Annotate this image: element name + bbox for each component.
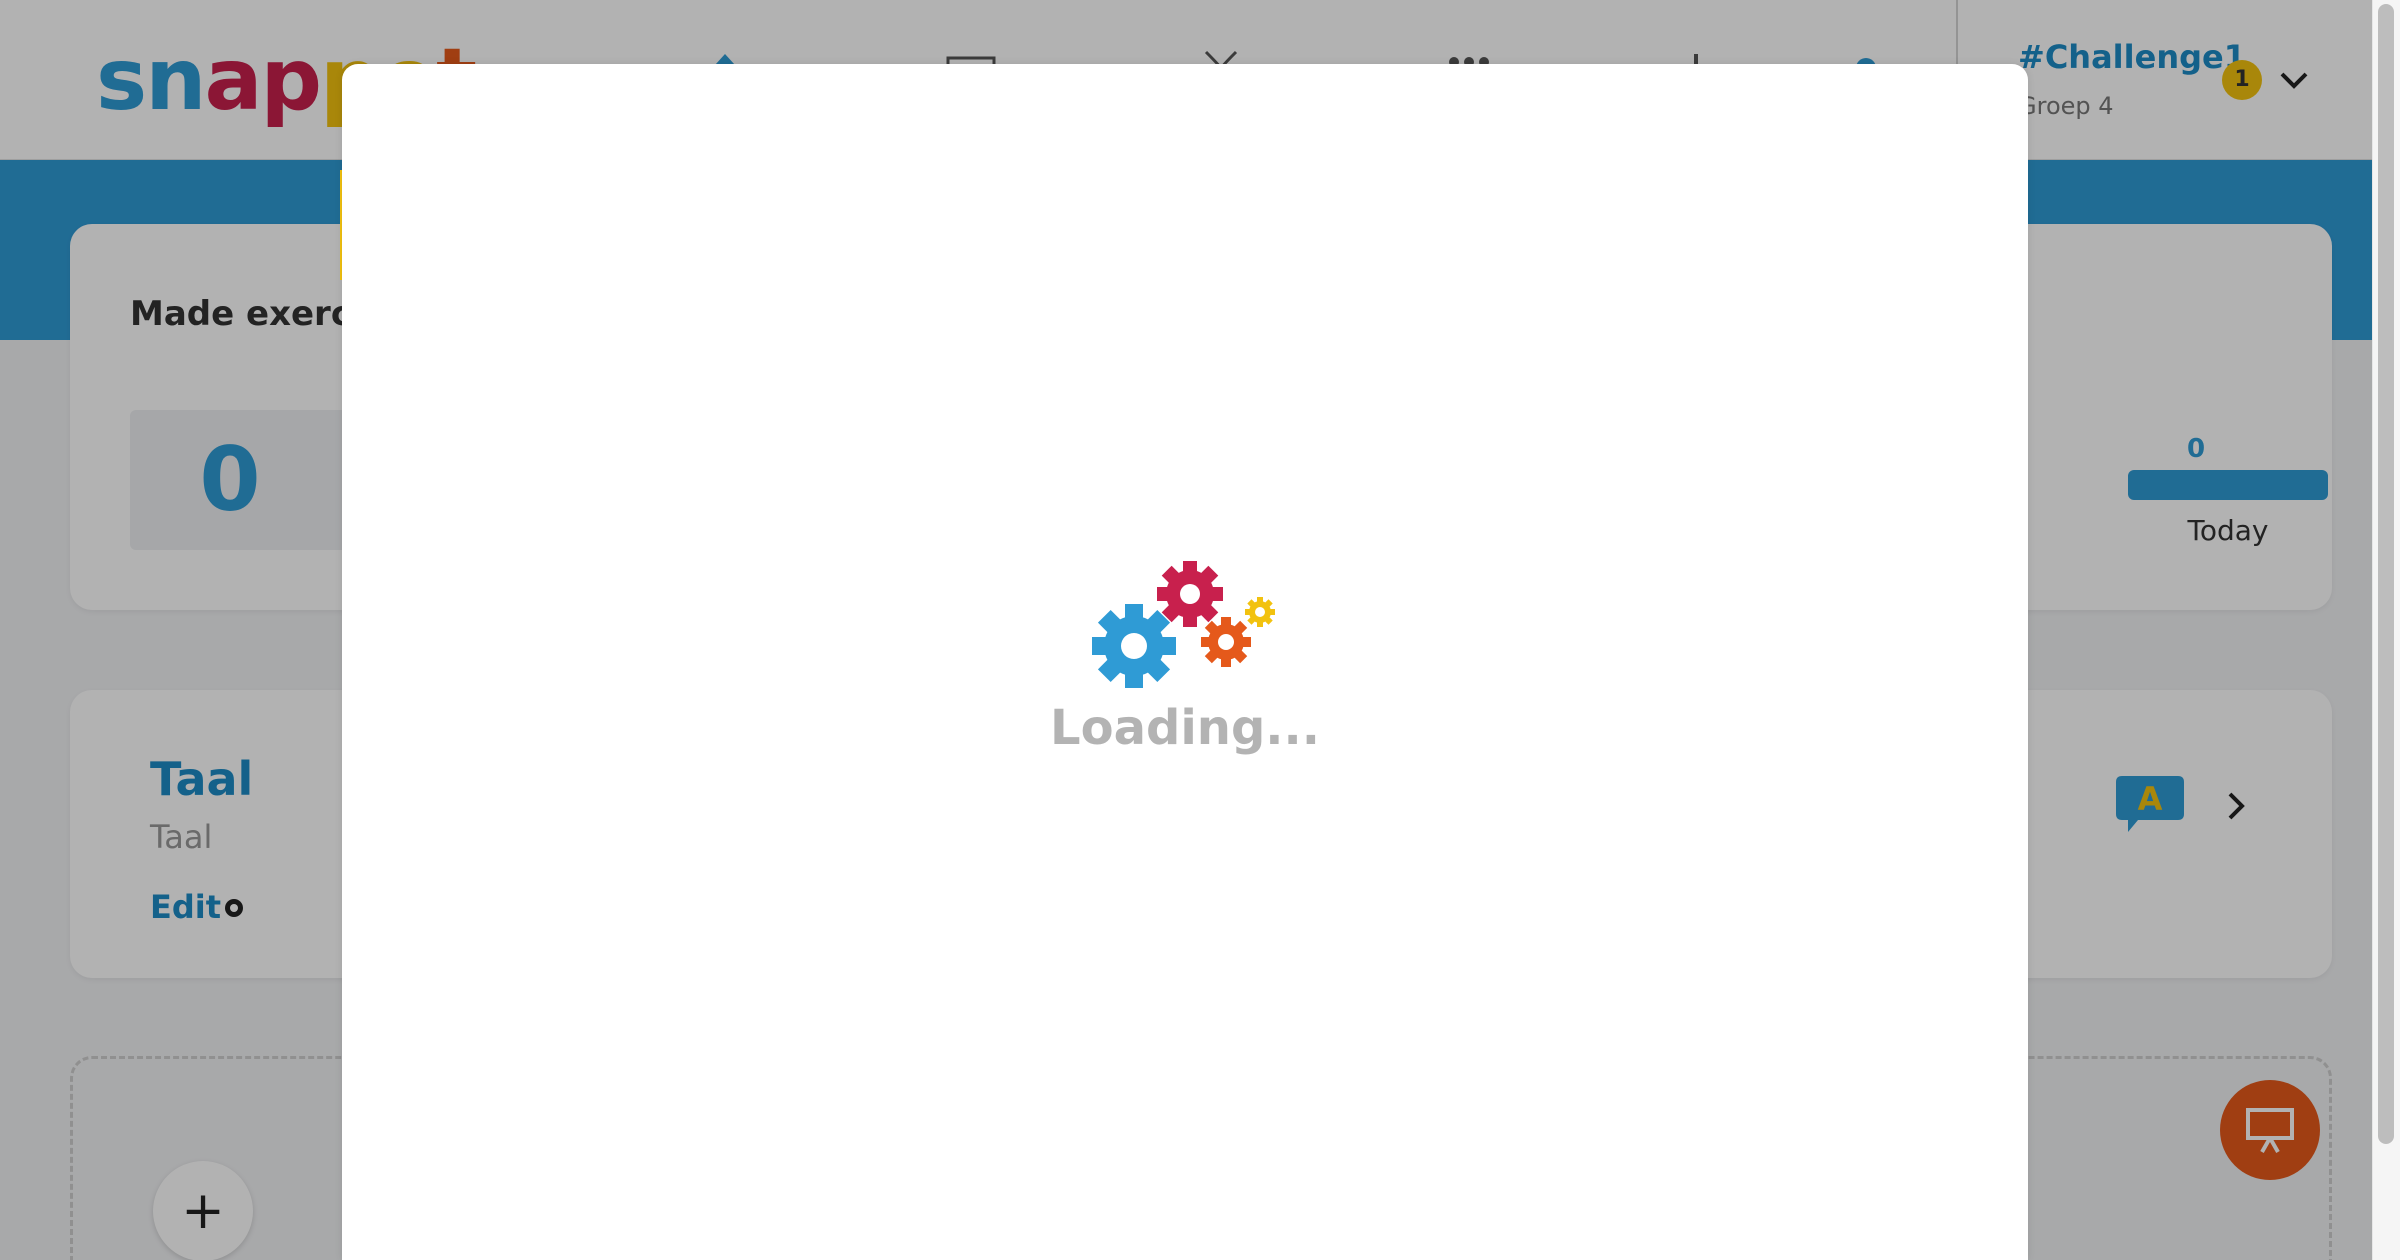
- loading-text: Loading...: [1050, 700, 1320, 756]
- loading-gears-icon: [1092, 561, 1275, 688]
- scrollbar-thumb[interactable]: [2378, 4, 2394, 1144]
